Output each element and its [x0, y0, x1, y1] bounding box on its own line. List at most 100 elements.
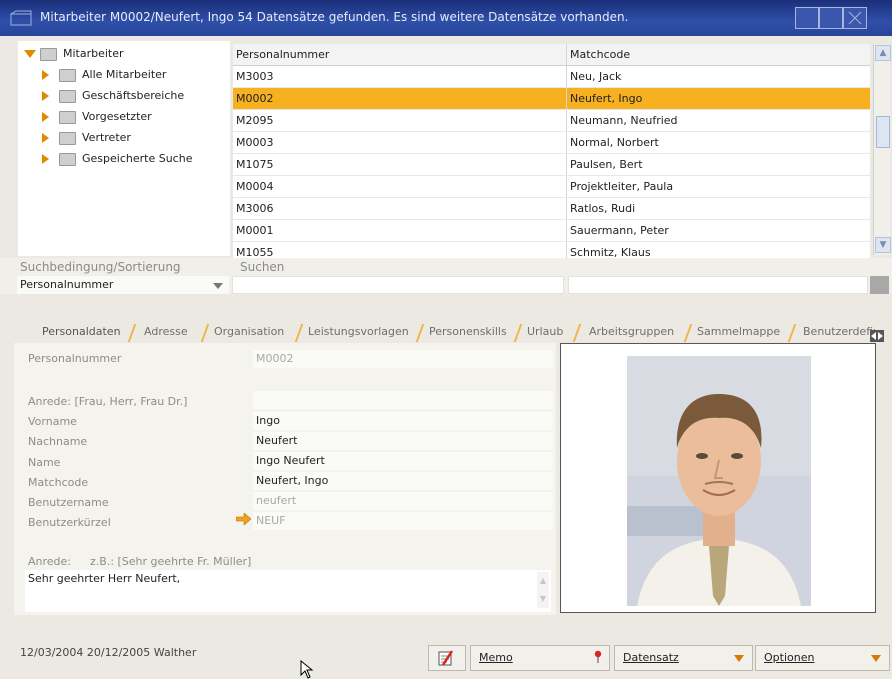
tab-separator — [415, 324, 425, 342]
folder-icon — [59, 68, 76, 82]
tab-separator — [683, 324, 693, 342]
textarea-scrollbar[interactable]: ▲ ▼ — [537, 572, 549, 608]
tree-item-gespeicherte-suche[interactable]: Gespeicherte Suche — [18, 148, 230, 169]
cell-personalnummer: M3006 — [233, 198, 567, 219]
tab-separator — [127, 324, 137, 342]
cell-personalnummer: M0002 — [233, 88, 567, 109]
memo-button-label: Memo — [479, 651, 513, 664]
tree-item-alle-mitarbeiter[interactable]: Alle Mitarbeiter — [18, 64, 230, 85]
window-icon — [10, 10, 32, 26]
collapsed-arrow-icon[interactable] — [42, 154, 49, 164]
tab-personenskills[interactable]: Personenskills — [429, 320, 507, 344]
scroll-up-icon[interactable]: ▲ — [537, 572, 549, 590]
cell-personalnummer: M0004 — [233, 176, 567, 197]
folder-icon — [40, 47, 57, 61]
anrede-brief-label: Anrede: — [28, 555, 72, 568]
collapsed-arrow-icon[interactable] — [42, 70, 49, 80]
matchcode-label: Matchcode — [28, 476, 89, 489]
arrow-left-icon — [871, 332, 876, 340]
scroll-down-icon[interactable]: ▼ — [537, 590, 549, 608]
maximize-button[interactable] — [819, 7, 843, 29]
tab-personaldaten[interactable]: Personaldaten — [42, 320, 121, 344]
tree-item-vertreter[interactable]: Vertreter — [18, 127, 230, 148]
tab-arbeitsgruppen[interactable]: Arbeitsgruppen — [589, 320, 674, 344]
tab-separator — [294, 324, 304, 342]
tab-scroll-arrows[interactable] — [870, 330, 884, 342]
column-header-personalnummer[interactable]: Personalnummer — [233, 44, 567, 65]
tab-separator — [513, 324, 523, 342]
column-header-matchcode[interactable]: Matchcode — [567, 44, 870, 65]
cell-matchcode: Paulsen, Bert — [570, 158, 643, 171]
optionen-button[interactable]: Optionen — [755, 645, 890, 671]
anrede-brief-textarea[interactable]: Sehr geehrter Herr Neufert, ▲ ▼ — [25, 570, 551, 612]
table-row[interactable]: M3003 Neu, Jack — [233, 66, 870, 88]
datensatz-button[interactable]: Datensatz — [614, 645, 753, 671]
name-field[interactable]: Ingo Neufert — [253, 452, 553, 470]
table-row[interactable]: M2095 Neumann, Neufried — [233, 110, 870, 132]
employee-table: Personalnummer Matchcode M3003 Neu, Jack M… — [233, 44, 870, 264]
folder-icon — [59, 131, 76, 145]
table-scrollbar[interactable]: ▲ ▼ — [873, 44, 891, 255]
title-bar: Mitarbeiter M0002/Neufert, Ingo 54 Daten… — [0, 0, 892, 36]
expand-arrow-icon[interactable] — [24, 50, 36, 58]
table-row[interactable]: M0002 Neufert, Ingo — [233, 88, 870, 110]
tab-organisation[interactable]: Organisation — [214, 320, 284, 344]
tab-leistungsvorlagen[interactable]: Leistungsvorlagen — [308, 320, 409, 344]
anrede-field[interactable] — [253, 391, 553, 409]
benutzername-field: neufert — [253, 492, 553, 510]
cell-matchcode: Neufert, Ingo — [570, 92, 643, 105]
tab-benutzerdefiniert[interactable]: Benutzerdefin — [803, 320, 875, 344]
nachname-label: Nachname — [28, 435, 88, 448]
table-row[interactable]: M1075 Paulsen, Bert — [233, 154, 870, 176]
tree-item-label: Geschäftsbereiche — [82, 89, 185, 102]
table-row[interactable]: M0001 Sauermann, Peter — [233, 220, 870, 242]
minimize-button[interactable] — [795, 7, 819, 29]
datensatz-button-label: Datensatz — [623, 651, 679, 664]
cell-personalnummer: M2095 — [233, 110, 567, 131]
vorname-field[interactable]: Ingo — [253, 412, 553, 430]
search-condition-select[interactable]: Personalnummer — [17, 276, 229, 294]
tree-root[interactable]: Mitarbeiter — [18, 43, 230, 64]
table-row[interactable]: M0003 Normal, Norbert — [233, 132, 870, 154]
collapsed-arrow-icon[interactable] — [42, 91, 49, 101]
close-button[interactable] — [843, 7, 867, 29]
tab-separator — [787, 324, 797, 342]
search-input[interactable] — [232, 276, 564, 294]
link-arrow-icon[interactable] — [235, 512, 252, 526]
cell-personalnummer: M3003 — [233, 66, 567, 87]
scroll-up-button[interactable]: ▲ — [875, 45, 891, 61]
scroll-down-button[interactable]: ▼ — [875, 237, 891, 253]
tab-sammelmappe[interactable]: Sammelmappe — [697, 320, 780, 344]
tab-adresse[interactable]: Adresse — [144, 320, 188, 344]
search-input-secondary[interactable] — [568, 276, 868, 294]
table-row[interactable]: M0004 Projektleiter, Paula — [233, 176, 870, 198]
cell-matchcode: Projektleiter, Paula — [570, 180, 674, 193]
cell-personalnummer: M0003 — [233, 132, 567, 153]
memo-button[interactable]: Memo — [470, 645, 610, 671]
tree-item-label: Vorgesetzter — [82, 110, 152, 123]
folder-icon — [59, 110, 76, 124]
collapsed-arrow-icon[interactable] — [42, 112, 49, 122]
tab-urlaub[interactable]: Urlaub — [527, 320, 563, 344]
personalnummer-label: Personalnummer — [28, 352, 122, 365]
anrede-brief-value: Sehr geehrter Herr Neufert, — [28, 572, 181, 585]
tree-item-geschaeftsbereiche[interactable]: Geschäftsbereiche — [18, 85, 230, 106]
cell-matchcode: Normal, Norbert — [570, 136, 659, 149]
folder-icon — [59, 89, 76, 103]
cell-matchcode: Ratlos, Rudi — [570, 202, 636, 215]
table-row[interactable]: M3006 Ratlos, Rudi — [233, 198, 870, 220]
tab-bar: Personaldaten Adresse Organisation Leist… — [26, 320, 876, 344]
nachname-field[interactable]: Neufert — [253, 432, 553, 450]
no-memo-button[interactable] — [428, 645, 466, 671]
collapsed-arrow-icon[interactable] — [42, 133, 49, 143]
tree-item-label: Alle Mitarbeiter — [82, 68, 167, 81]
tree-item-vorgesetzter[interactable]: Vorgesetzter — [18, 106, 230, 127]
dropdown-arrow-icon — [871, 655, 881, 662]
employee-photo — [627, 356, 811, 606]
scroll-thumb[interactable] — [876, 116, 890, 148]
search-condition-label: Suchbedingung/Sortierung — [20, 260, 181, 274]
personalnummer-field: M0002 — [253, 350, 553, 368]
matchcode-field[interactable]: Neufert, Ingo — [253, 472, 553, 490]
name-label: Name — [28, 456, 61, 469]
search-side-block — [870, 276, 889, 294]
